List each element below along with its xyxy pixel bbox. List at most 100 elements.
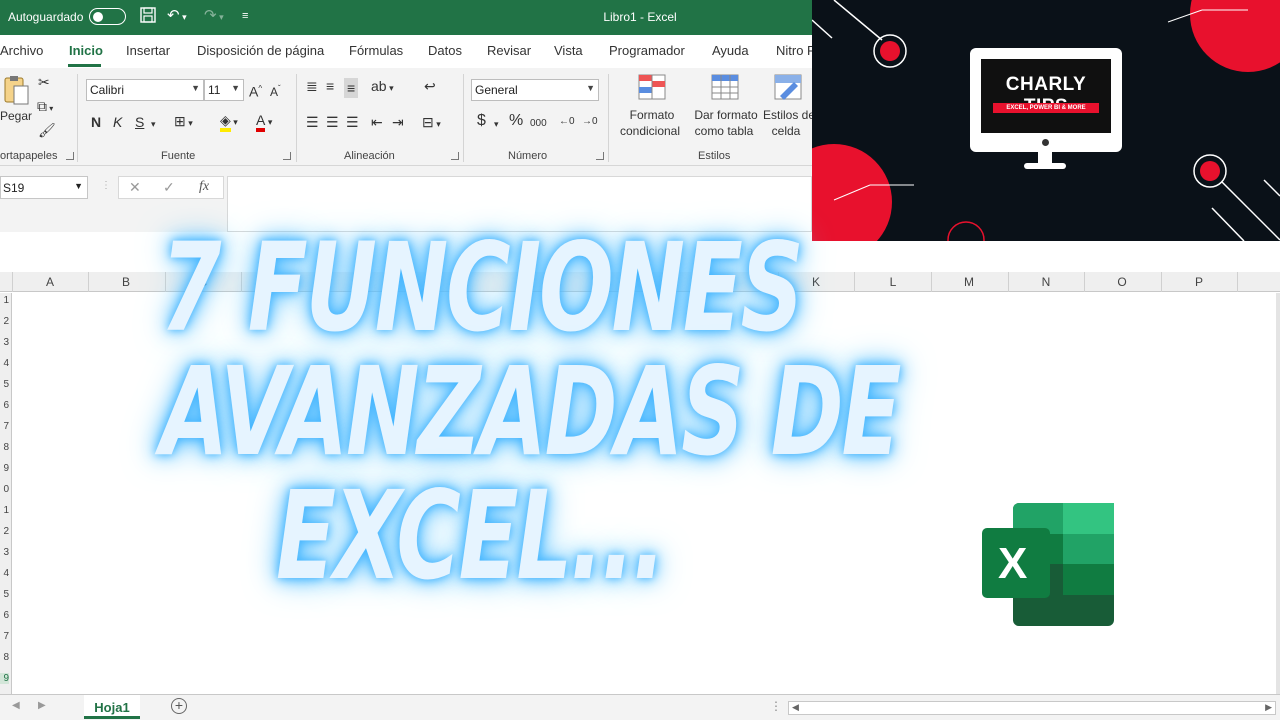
align-left-icon[interactable]: ☰ — [306, 114, 319, 130]
confirm-icon[interactable]: ✓ — [163, 179, 175, 196]
alignment-launcher-icon[interactable] — [451, 152, 459, 160]
decrease-indent-icon[interactable]: ⇤ — [371, 114, 383, 130]
vertical-scrollbar[interactable] — [1276, 293, 1280, 694]
font-size-select[interactable]: 11 ▼ — [204, 79, 244, 101]
row-header[interactable]: 7 — [0, 631, 9, 642]
column-header-l[interactable]: L — [855, 275, 931, 289]
column-header-n[interactable]: N — [1008, 275, 1084, 289]
font-launcher-icon[interactable] — [283, 152, 291, 160]
row-header[interactable]: 4 — [0, 568, 9, 579]
cell-area[interactable] — [12, 293, 1276, 694]
row-header[interactable]: 0 — [0, 484, 9, 495]
format-as-table-icon[interactable] — [711, 74, 739, 103]
formula-input[interactable] — [227, 176, 812, 232]
conditional-format-label-1[interactable]: Formato — [617, 108, 687, 123]
row-header[interactable]: 9 — [0, 463, 9, 474]
number-launcher-icon[interactable] — [596, 152, 604, 160]
column-header-p[interactable]: P — [1161, 275, 1237, 289]
borders-icon[interactable]: ⊞ ▾ — [174, 113, 193, 131]
name-box[interactable]: S19 ▼ — [0, 176, 88, 199]
number-format-select[interactable]: General ▼ — [471, 79, 599, 101]
sheet-tab[interactable]: Hoja1 — [84, 695, 140, 719]
fill-color-icon[interactable]: ◈ ▾ — [220, 112, 238, 132]
cut-icon[interactable]: ✂ — [38, 74, 50, 90]
align-top-icon[interactable]: ≣ — [306, 78, 318, 94]
tab-vista[interactable]: Vista — [554, 43, 583, 58]
format-as-table-label-2[interactable]: como tabla — [688, 124, 760, 139]
drag-handle-icon[interactable]: ⋮ — [101, 180, 111, 191]
format-as-table-label-1[interactable]: Dar formato — [690, 108, 762, 123]
add-sheet-icon[interactable]: + — [171, 698, 187, 714]
percent-button[interactable]: % — [509, 113, 523, 129]
sheet-prev-icon[interactable]: ◀ — [12, 700, 20, 711]
italic-button[interactable]: K — [113, 114, 122, 130]
font-color-icon[interactable]: A ▾ — [256, 112, 272, 132]
tab-datos[interactable]: Datos — [428, 43, 462, 58]
tab-inicio[interactable]: Inicio — [69, 43, 103, 58]
column-header-m[interactable]: M — [931, 275, 1007, 289]
row-header[interactable]: 8 — [0, 652, 9, 663]
align-right-icon[interactable]: ☰ — [346, 114, 359, 130]
bold-button[interactable]: N — [91, 114, 101, 130]
currency-button[interactable]: $ — [477, 113, 486, 129]
paste-label[interactable]: Pegar — [0, 109, 32, 124]
row-header[interactable]: 3 — [0, 547, 9, 558]
paste-icon[interactable] — [2, 74, 32, 109]
tab-revisar[interactable]: Revisar — [487, 43, 531, 58]
align-middle-icon[interactable]: ≡ — [326, 78, 334, 94]
underline-button[interactable]: S — [135, 114, 144, 130]
thousands-button[interactable]: 000 — [530, 116, 547, 132]
row-header[interactable]: 4 — [0, 358, 9, 369]
cell-styles-icon[interactable] — [774, 74, 802, 103]
row-header[interactable]: 6 — [0, 610, 9, 621]
format-painter-icon[interactable]: 🖌 — [38, 122, 56, 138]
column-header-o[interactable]: O — [1084, 275, 1160, 289]
row-header[interactable]: 3 — [0, 337, 9, 348]
tab-programador[interactable]: Programador — [609, 43, 685, 58]
cell-styles-label-2[interactable]: celda — [762, 124, 810, 139]
row-header[interactable]: 1 — [0, 505, 9, 516]
row-header-selected[interactable]: 9 — [0, 673, 9, 684]
tab-disposicion-pagina[interactable]: Disposición de página — [197, 43, 324, 58]
tab-ayuda[interactable]: Ayuda — [712, 43, 749, 58]
row-header[interactable]: 2 — [0, 526, 9, 537]
more-options-icon[interactable]: ⋮ — [770, 699, 782, 713]
row-header[interactable]: 6 — [0, 400, 9, 411]
tab-insertar[interactable]: Insertar — [126, 43, 170, 58]
column-header-k[interactable]: K — [778, 275, 854, 289]
cancel-icon[interactable]: ✕ — [129, 179, 141, 196]
tab-formulas[interactable]: Fórmulas — [349, 43, 403, 58]
decrease-decimal-icon[interactable]: →0 — [582, 114, 598, 130]
customize-qat-icon[interactable]: ≡ — [242, 6, 248, 26]
font-name-select[interactable]: Calibri ▼ — [86, 79, 204, 101]
scroll-left-icon[interactable]: ◀ — [792, 702, 799, 713]
decrease-font-icon[interactable]: Aˇ — [270, 81, 281, 100]
sheet-next-icon[interactable]: ▶ — [38, 700, 46, 711]
row-header[interactable]: 5 — [0, 379, 9, 390]
save-icon[interactable] — [139, 6, 157, 30]
redo-icon[interactable]: ↷ ▾ — [204, 6, 224, 27]
conditional-format-icon[interactable] — [638, 74, 666, 103]
cell-styles-label-1[interactable]: Estilos de — [760, 108, 818, 123]
wrap-text-icon[interactable]: ↩ — [424, 78, 436, 94]
align-bottom-icon[interactable]: ≡ — [344, 78, 359, 98]
chevron-down-icon[interactable]: ▾ — [151, 116, 156, 132]
row-header[interactable]: 2 — [0, 316, 9, 327]
merge-center-icon[interactable]: ⊟ ▾ — [422, 114, 441, 132]
tab-archivo[interactable]: Archivo — [0, 43, 43, 58]
row-header[interactable]: 7 — [0, 421, 9, 432]
conditional-format-label-2[interactable]: condicional — [612, 124, 688, 139]
increase-decimal-icon[interactable]: ←0 — [559, 114, 575, 130]
column-header-a[interactable]: A — [12, 275, 88, 289]
row-header[interactable]: 1 — [0, 295, 9, 306]
row-header[interactable]: 8 — [0, 442, 9, 453]
tab-nitro[interactable]: Nitro P — [776, 43, 816, 58]
orientation-icon[interactable]: ab ▾ — [371, 78, 394, 96]
column-header-b[interactable]: B — [88, 275, 164, 289]
align-center-icon[interactable]: ☰ — [326, 114, 339, 130]
autosave-toggle[interactable] — [89, 8, 126, 25]
insert-function-icon[interactable]: fx — [199, 179, 209, 195]
copy-icon[interactable]: ⧉ ▾ — [37, 98, 53, 117]
increase-indent-icon[interactable]: ⇥ — [392, 114, 404, 130]
undo-icon[interactable]: ↶ ▾ — [167, 6, 187, 27]
